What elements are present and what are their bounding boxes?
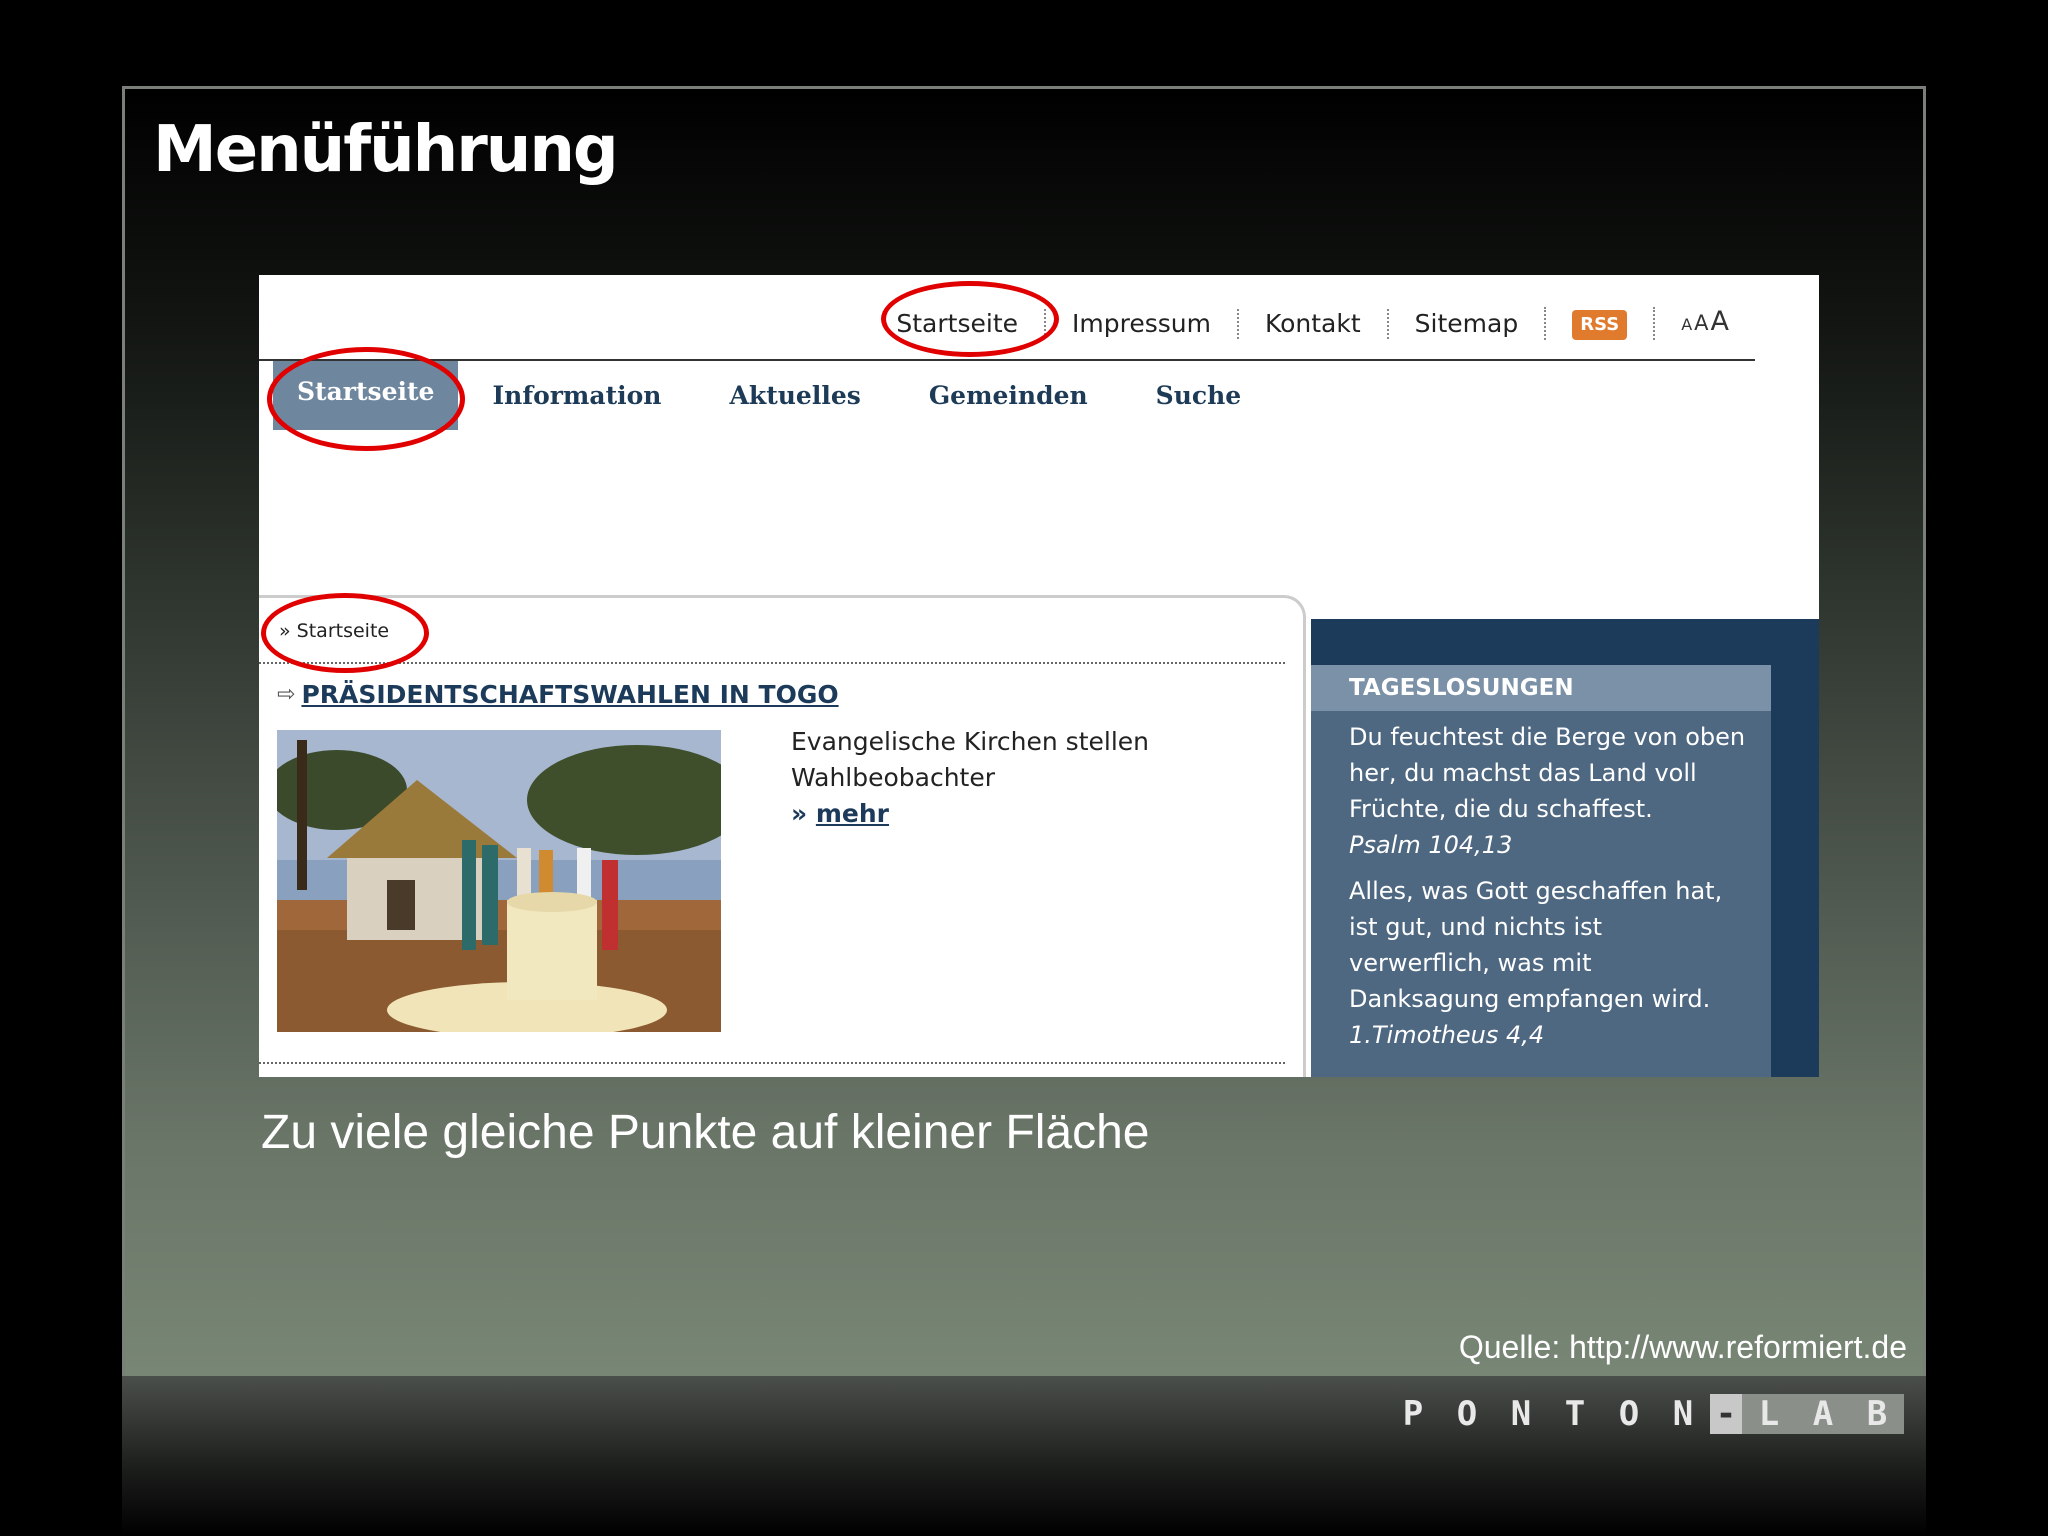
teaser-line-1: Evangelische Kirchen stellen (791, 727, 1149, 756)
logo-letter: P (1402, 1394, 1424, 1434)
news-photo[interactable] (277, 730, 721, 1032)
news-title-link[interactable]: PRÄSIDENTSCHAFTSWAHLEN IN TOGO (301, 680, 838, 709)
tageslosungen-text: Du feuchtest die Berge von oben her, du … (1311, 711, 1771, 1053)
content-panel: » Startseite ⇨ PRÄSIDENTSCHAFTSWAHLEN IN… (259, 595, 1306, 1077)
footer-bar: P O N T O N - L A B (122, 1376, 1926, 1536)
website-screenshot: Startseite Impressum Kontakt Sitemap RSS… (259, 275, 1819, 1077)
losung-2-text: Alles, was Gott geschaffen hat, ist gut,… (1349, 877, 1723, 1013)
main-nav-suche[interactable]: Suche (1122, 365, 1276, 426)
tageslosungen-box: TAGESLOSUNGEN Du feuchtest die Berge von… (1311, 665, 1771, 1077)
more-link-label[interactable]: mehr (816, 799, 889, 828)
source-note: Quelle: http://www.reformiert.de (1458, 1329, 1907, 1365)
logo-letter: L (1742, 1394, 1796, 1434)
news-teaser: Evangelische Kirchen stellen Wahlbeobach… (791, 724, 1149, 832)
logo-separator: - (1710, 1394, 1742, 1434)
top-nav-impressum[interactable]: Impressum (1044, 308, 1237, 339)
ponton-lab-logo: P O N T O N - L A B (1386, 1394, 1904, 1434)
slide-caption: Zu viele gleiche Punkte auf kleiner Fläc… (261, 1106, 1150, 1159)
more-arrow-icon: » (791, 799, 816, 828)
main-nav-gemeinden[interactable]: Gemeinden (895, 365, 1122, 426)
slide: Menüführung Startseite Impressum Kontakt… (122, 86, 1926, 1376)
logo-letter: O (1618, 1394, 1640, 1434)
logo-letter: B (1850, 1394, 1904, 1434)
rss-icon[interactable]: RSS (1572, 310, 1628, 340)
losung-2: Alles, was Gott geschaffen hat, ist gut,… (1349, 873, 1747, 1053)
highlight-circle-main-nav (267, 347, 465, 451)
slide-title: Menüführung (153, 113, 619, 187)
font-size-large[interactable]: A (1711, 307, 1729, 337)
font-size-switcher: A A A (1653, 307, 1755, 340)
top-nav-kontakt[interactable]: Kontakt (1236, 308, 1387, 339)
teaser-line-2: Wahlbeobachter (791, 763, 996, 792)
logo-letter: A (1796, 1394, 1850, 1434)
tageslosungen-heading: TAGESLOSUNGEN (1311, 665, 1771, 711)
highlight-circle-breadcrumb (261, 593, 429, 673)
link-arrow-icon: ⇨ (277, 682, 296, 707)
font-size-small[interactable]: A (1681, 310, 1692, 340)
losung-1-text: Du feuchtest die Berge von oben her, du … (1349, 723, 1746, 823)
breadcrumb-divider (259, 662, 1285, 664)
main-nav-information[interactable]: Information (458, 365, 695, 426)
logo-letter: N (1510, 1394, 1532, 1434)
content-bottom-divider (259, 1062, 1285, 1064)
logo-letter: O (1456, 1394, 1478, 1434)
news-heading: ⇨ PRÄSIDENTSCHAFTSWAHLEN IN TOGO (277, 680, 839, 709)
top-nav-sitemap[interactable]: Sitemap (1386, 308, 1545, 339)
losung-2-reference: 1.Timotheus 4,4 (1349, 1021, 1545, 1049)
logo-letter: T (1564, 1394, 1586, 1434)
losung-1: Du feuchtest die Berge von oben her, du … (1349, 719, 1747, 863)
losung-1-reference: Psalm 104,13 (1349, 831, 1513, 859)
font-size-medium[interactable]: A (1694, 308, 1708, 338)
news-photo-image (277, 730, 721, 1032)
more-link[interactable]: » mehr (791, 796, 1149, 832)
logo-letter: N (1672, 1394, 1694, 1434)
highlight-circle-top-nav (881, 281, 1059, 357)
rss-item: RSS (1544, 307, 1653, 340)
main-nav-aktuelles[interactable]: Aktuelles (695, 365, 894, 426)
